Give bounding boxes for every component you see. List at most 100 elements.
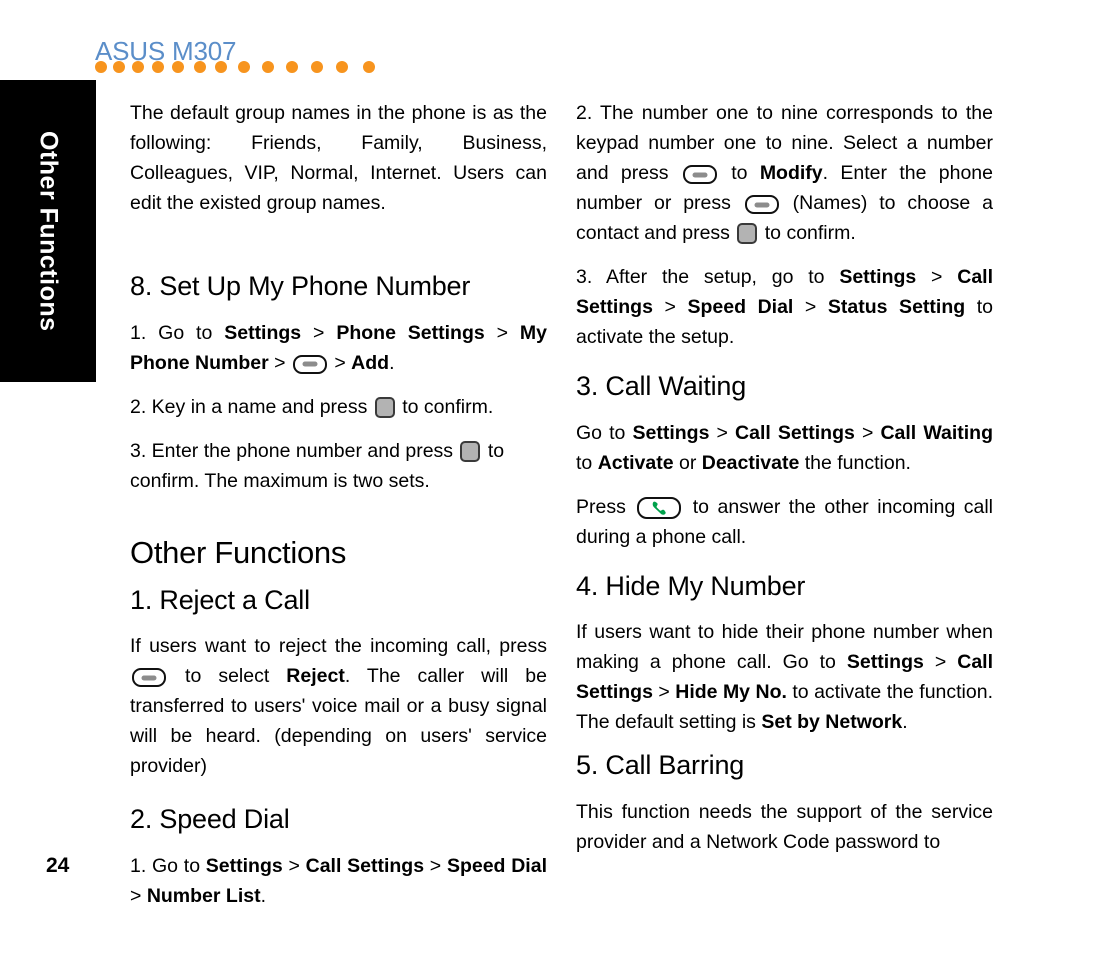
menu-path-status-setting: Status Setting xyxy=(827,296,966,318)
page-number: 24 xyxy=(46,854,70,877)
path-separator: > xyxy=(268,351,291,374)
path-separator: > xyxy=(709,421,736,444)
softkey-icon xyxy=(292,354,327,374)
left-text-column: The default group names in the phone is … xyxy=(130,98,547,925)
menu-path-phone-settings: Phone Settings xyxy=(336,321,485,344)
menu-path-deactivate: Deactivate xyxy=(701,451,800,474)
heading-call-waiting: 3. Call Waiting xyxy=(576,371,747,401)
menu-path-reject: Reject xyxy=(286,665,345,688)
menu-path-settings: Settings xyxy=(205,855,283,878)
paragraph-reject-a-call: If users want to reject the incoming cal… xyxy=(130,631,547,781)
heading-reject-a-call: 1. Reject a Call xyxy=(130,584,310,615)
header-dot xyxy=(285,61,298,73)
path-separator: > xyxy=(652,681,676,704)
path-separator: > xyxy=(328,351,352,374)
paragraph-default-group-names: The default group names in the phone is … xyxy=(130,98,547,218)
paragraph-call-waiting-answer: Press to answer the other incoming call … xyxy=(576,492,993,552)
menu-path-settings: Settings xyxy=(846,651,924,674)
menu-path-settings: Settings xyxy=(839,266,917,288)
path-separator: > xyxy=(282,855,306,878)
paragraph-text: This function needs the support of the s… xyxy=(576,801,993,854)
header-dot xyxy=(362,61,375,73)
header-dot xyxy=(310,61,323,73)
step-prefix: 3. After the setup, go to xyxy=(576,266,840,288)
path-separator: > xyxy=(652,296,688,318)
paragraph-text: to xyxy=(718,162,760,184)
menu-path-set-by-network: Set by Network xyxy=(761,711,903,734)
step-suffix: . xyxy=(389,351,395,374)
menu-path-modify: Modify xyxy=(759,162,823,184)
paragraph-call-waiting-path: Go to Settings > Call Settings > Call Wa… xyxy=(576,418,993,478)
menu-path-number-list: Number List xyxy=(146,885,261,908)
menu-path-call-settings: Call Settings xyxy=(735,421,855,444)
header-dot xyxy=(193,61,206,73)
menu-path-settings: Settings xyxy=(632,421,710,444)
header-dot xyxy=(113,61,126,73)
paragraph-text: to confirm. xyxy=(759,222,856,244)
paragraph-section8-step1: 1. Go to Settings > Phone Settings > My … xyxy=(130,318,547,378)
path-separator: > xyxy=(424,855,447,878)
header-dot xyxy=(261,61,274,73)
paragraph-text: Press xyxy=(576,495,635,518)
ok-key-icon xyxy=(460,440,481,462)
menu-path-speed-dial: Speed Dial xyxy=(687,296,794,318)
header-dot xyxy=(336,61,349,73)
paragraph-text: or xyxy=(673,451,702,474)
menu-path-add: Add xyxy=(351,351,390,374)
path-separator: > xyxy=(916,266,958,288)
softkey-icon xyxy=(132,668,166,688)
heading-set-up-my-phone-number: 8. Set Up My Phone Number xyxy=(130,271,471,301)
menu-path-settings: Settings xyxy=(224,321,302,344)
softkey-icon xyxy=(744,195,779,214)
step-prefix: 2. Key in a name and press xyxy=(130,395,373,418)
paragraph-speed-dial-step1: 1. Go to Settings > Call Settings > Spee… xyxy=(130,851,547,911)
path-separator: > xyxy=(484,321,520,344)
path-separator: > xyxy=(793,296,828,318)
heading-speed-dial: 2. Speed Dial xyxy=(130,804,290,835)
paragraph-text: . xyxy=(902,711,908,734)
chapter-side-tab: Other Functions xyxy=(0,80,96,382)
menu-path-hide-my-no: Hide My No. xyxy=(675,681,787,704)
ok-key-icon xyxy=(374,396,395,418)
header-dot xyxy=(151,61,164,73)
paragraph-hide-my-number: If users want to hide their phone number… xyxy=(576,617,993,737)
header-dot xyxy=(238,61,251,73)
path-separator: > xyxy=(854,421,881,444)
menu-path-speed-dial: Speed Dial xyxy=(446,855,547,878)
step-suffix: . xyxy=(260,885,266,908)
paragraph-speed-dial-step3: 3. After the setup, go to Settings > Cal… xyxy=(576,262,993,352)
header-dot xyxy=(132,61,145,73)
step-prefix: 1. Go to xyxy=(130,321,225,344)
paragraph-text: the function. xyxy=(799,451,911,474)
paragraph-text: to select xyxy=(168,665,287,688)
paragraph-speed-dial-step2: 2. The number one to nine corresponds to… xyxy=(576,98,993,248)
chapter-side-tab-label: Other Functions xyxy=(34,130,63,332)
step-prefix: 3. Enter the phone number and press xyxy=(130,439,459,462)
path-separator: > xyxy=(923,651,958,674)
right-text-column: 2. The number one to nine corresponds to… xyxy=(576,98,993,871)
paragraph-call-barring: This function needs the support of the s… xyxy=(576,797,993,857)
paragraph-section8-step3: 3. Enter the phone number and press to c… xyxy=(130,436,547,496)
step-prefix: 1. Go to xyxy=(130,855,206,878)
heading-hide-my-number: 4. Hide My Number xyxy=(576,570,806,601)
path-separator: > xyxy=(301,321,337,344)
menu-path-call-waiting: Call Waiting xyxy=(880,421,993,444)
path-separator: > xyxy=(130,885,147,908)
heading-other-functions: Other Functions xyxy=(130,534,347,570)
paragraph-text: If users want to reject the incoming cal… xyxy=(130,635,547,658)
ok-key-icon xyxy=(737,223,758,244)
paragraph-text: The default group names in the phone is … xyxy=(130,102,547,214)
menu-path-call-settings: Call Settings xyxy=(305,855,425,878)
call-key-icon xyxy=(637,496,682,519)
header-dot xyxy=(215,61,228,73)
step-suffix: to confirm. xyxy=(396,395,494,418)
